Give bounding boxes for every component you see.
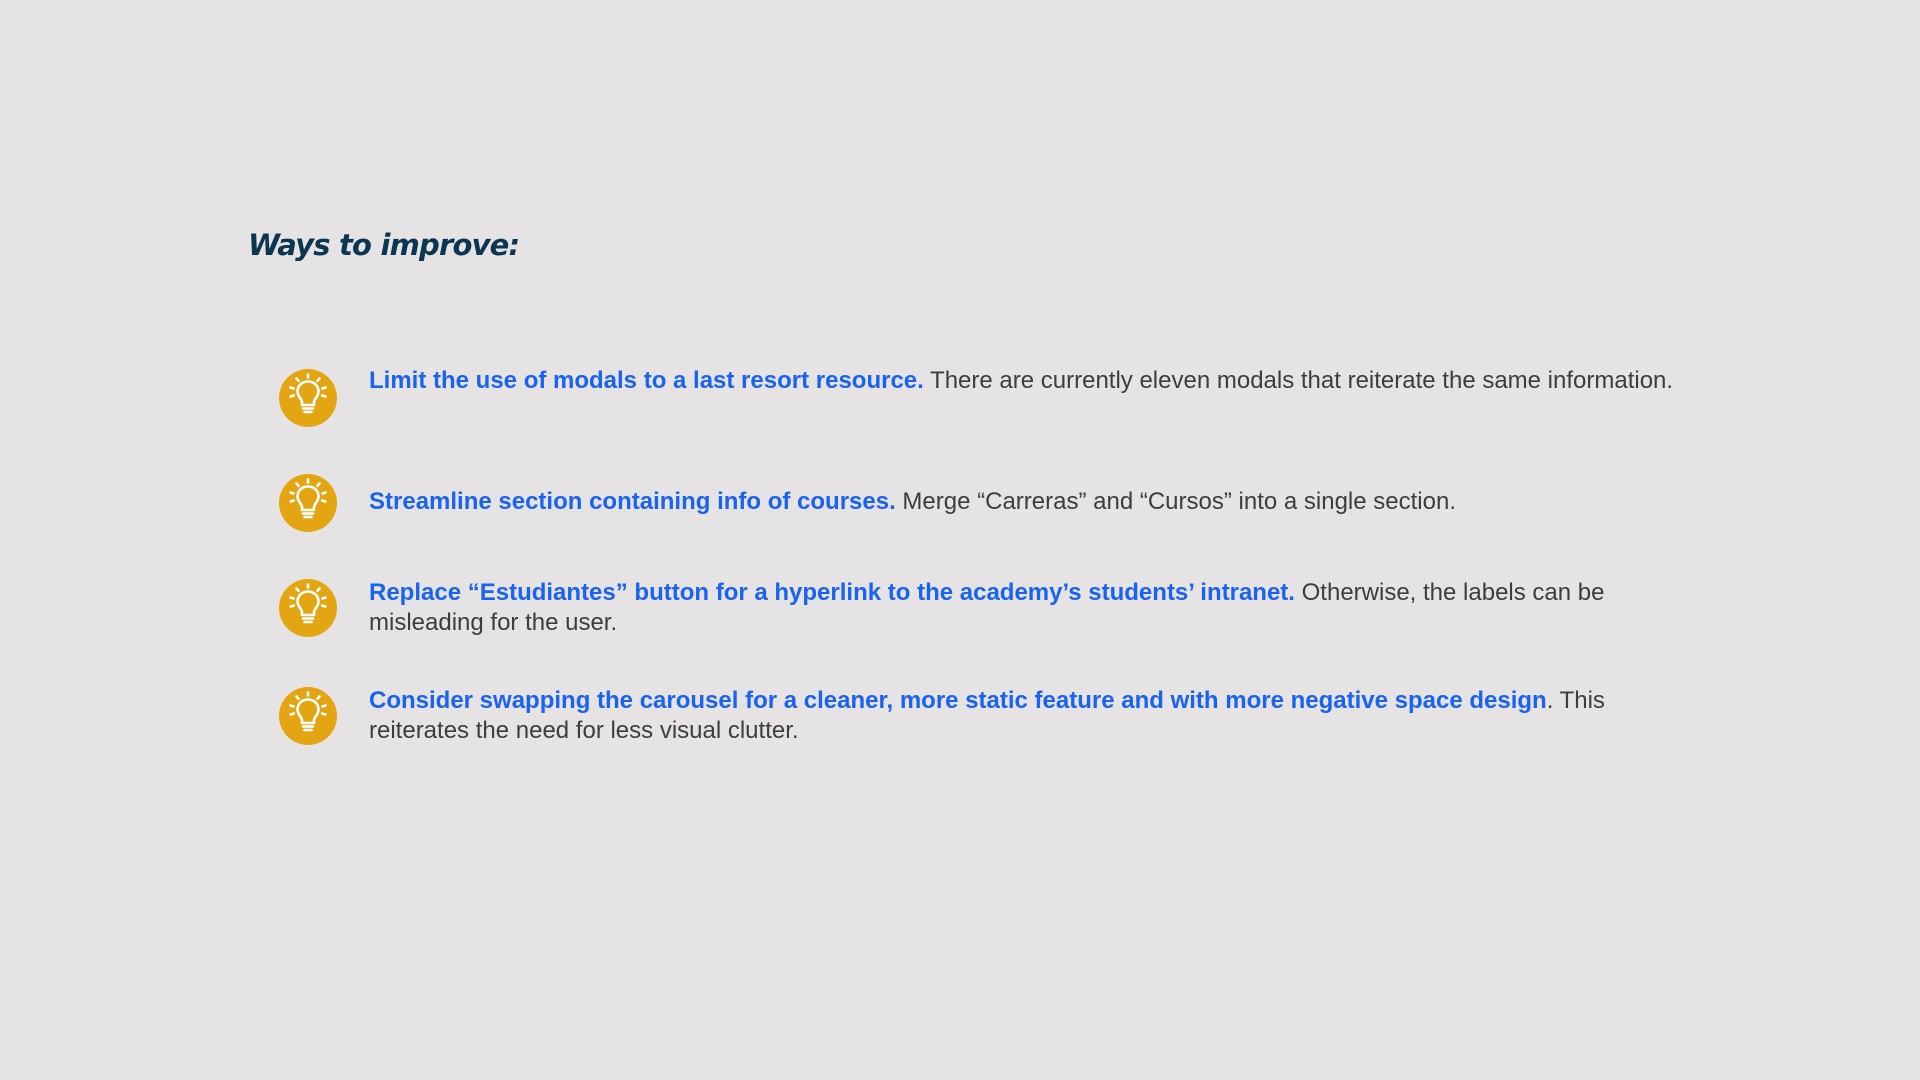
tip-lead: Limit the use of modals to a last resort… — [369, 367, 924, 394]
tip-text: Replace “Estudiantes” button for a hyper… — [369, 578, 1699, 638]
lightbulb-icon — [279, 474, 337, 532]
tip-text: Streamline section containing info of co… — [369, 487, 1699, 517]
page-title: Ways to improve: — [248, 228, 520, 262]
tip-lead: Replace “Estudiantes” button for a hyper… — [369, 579, 1295, 606]
tip-body: There are currently eleven modals that r… — [923, 367, 1674, 394]
slide: Ways to improve: Limit the use of modals… — [0, 0, 1920, 1080]
lightbulb-icon — [279, 369, 337, 427]
tip-text: Consider swapping the carousel for a cle… — [369, 686, 1699, 746]
lightbulb-icon — [279, 579, 337, 637]
tip-lead: Streamline section containing info of co… — [369, 488, 896, 515]
tip-lead: Consider swapping the carousel for a cle… — [369, 687, 1547, 714]
lightbulb-icon — [279, 687, 337, 745]
tip-text: Limit the use of modals to a last resort… — [369, 366, 1699, 396]
tip-body: Merge “Carreras” and “Cursos” into a sin… — [895, 488, 1456, 515]
